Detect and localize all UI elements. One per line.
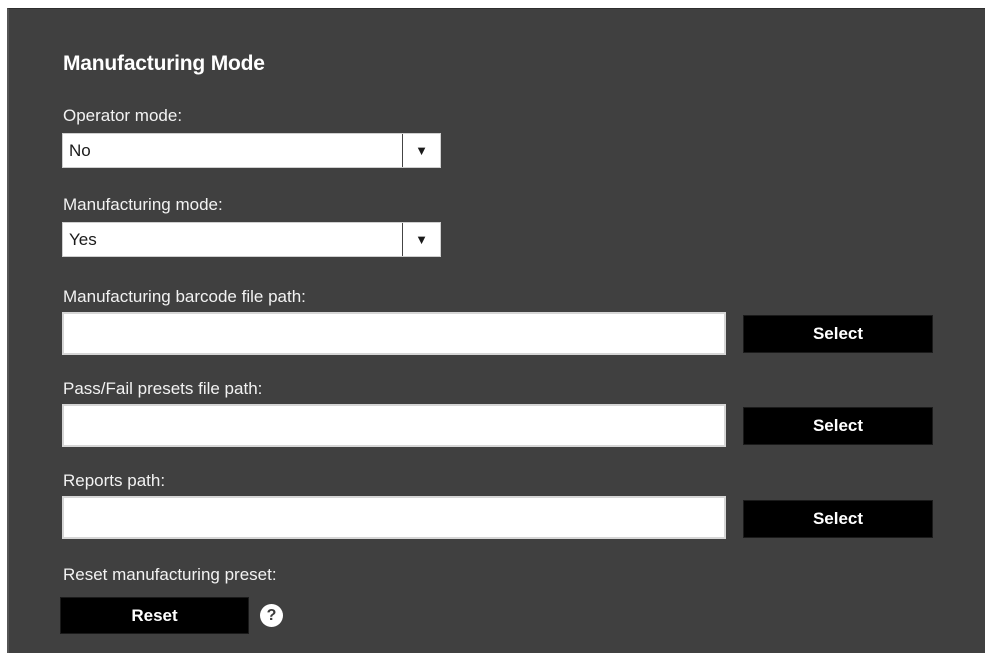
panel-title: Manufacturing Mode (63, 52, 265, 75)
passfail-path-input[interactable] (62, 404, 726, 447)
manufacturing-mode-panel: Manufacturing Mode Operator mode: No ▼ M… (7, 8, 985, 653)
reset-button[interactable]: Reset (60, 597, 249, 634)
passfail-path-label: Pass/Fail presets file path: (63, 379, 263, 398)
barcode-path-label: Manufacturing barcode file path: (63, 287, 306, 306)
reset-preset-label: Reset manufacturing preset: (63, 565, 277, 584)
help-icon[interactable]: ? (260, 604, 283, 627)
operator-mode-value: No (69, 141, 91, 160)
dropdown-arrow-icon[interactable]: ▼ (403, 134, 440, 167)
passfail-select-button[interactable]: Select (743, 407, 933, 445)
operator-mode-label: Operator mode: (63, 106, 183, 125)
manufacturing-mode-label: Manufacturing mode: (63, 195, 223, 214)
reports-path-input[interactable] (62, 496, 726, 539)
reports-select-button[interactable]: Select (743, 500, 933, 538)
manufacturing-mode-select[interactable]: Yes ▼ (62, 222, 441, 257)
barcode-path-input[interactable] (62, 312, 726, 355)
operator-mode-select[interactable]: No ▼ (62, 133, 441, 168)
reports-path-label: Reports path: (63, 471, 166, 490)
manufacturing-mode-value: Yes (69, 230, 97, 249)
dropdown-arrow-icon[interactable]: ▼ (403, 223, 440, 256)
barcode-select-button[interactable]: Select (743, 315, 933, 353)
